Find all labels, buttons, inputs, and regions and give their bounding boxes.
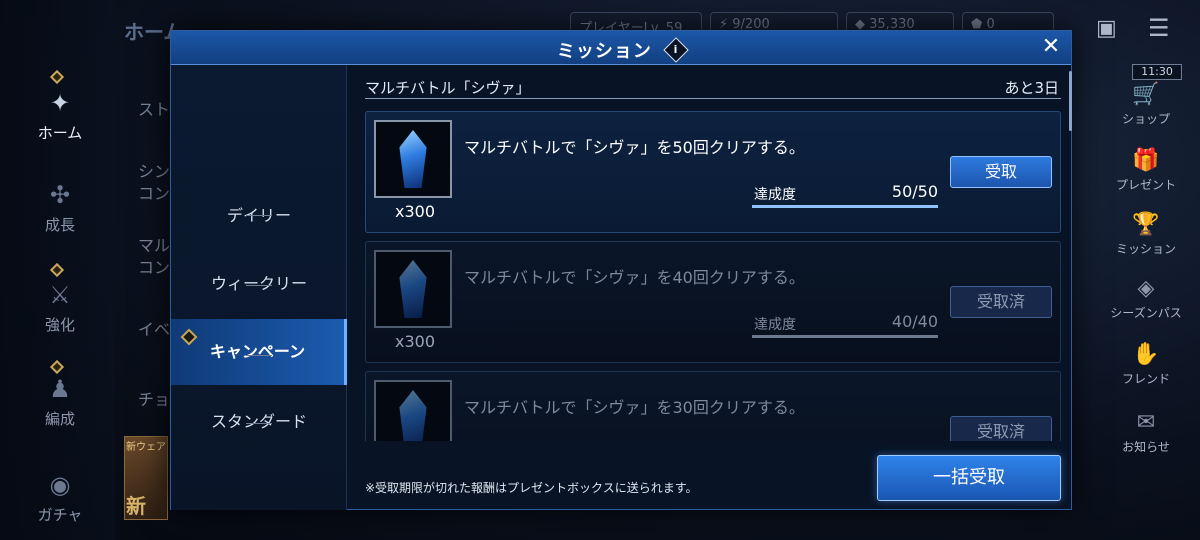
section-title: マルチバトル「シヴァ」 xyxy=(365,79,531,97)
mission-card: x300 マルチバトルで「シヴァ」を40回クリアする。 達成度 40/40 受取… xyxy=(365,241,1061,363)
nav-growth[interactable]: ✣ 成長 xyxy=(20,180,100,235)
tab-standard[interactable]: スタンダード xyxy=(171,389,347,455)
gift-icon: 🎁 xyxy=(1132,148,1160,173)
reward-item-frame[interactable] xyxy=(374,380,452,441)
bg-menu-text: マル xyxy=(138,236,171,255)
dialog-title: ミッション i xyxy=(171,37,1071,63)
mission-card: マルチバトルで「シヴァ」を30回クリアする。 受取済 xyxy=(365,371,1061,441)
bg-menu-text: コン xyxy=(138,184,171,203)
nav-gacha-label: ガチャ xyxy=(37,506,83,524)
cart-icon: 🛒 xyxy=(1132,82,1160,107)
clock: 11:30 xyxy=(1132,64,1182,80)
mission-tabs: デイリー ウィークリー キャンペーン スタンダード xyxy=(171,65,347,510)
nav-enhance-label: 強化 xyxy=(44,316,75,334)
claimed-button[interactable]: 受取済 xyxy=(950,286,1052,318)
friend-label: フレンド xyxy=(1121,372,1170,386)
progress-label: 達成度 xyxy=(754,317,796,333)
nav-home-label: ホーム xyxy=(37,124,83,142)
info-icon[interactable]: i xyxy=(663,37,689,63)
crystal-icon xyxy=(399,260,427,318)
news-button[interactable]: ✉ お知らせ xyxy=(1098,410,1194,455)
crystal-icon xyxy=(399,130,427,188)
bg-menu-text: シン xyxy=(138,162,171,181)
news-label: お知らせ xyxy=(1122,440,1170,454)
progress-bar-fill xyxy=(752,205,938,208)
trophy-icon: 🏆 xyxy=(1132,212,1160,237)
nav-home[interactable]: ✦ ホーム xyxy=(20,88,100,143)
reward-item-frame[interactable] xyxy=(374,120,452,198)
progress-value: 40/40 xyxy=(891,312,938,331)
progress-bar xyxy=(752,205,938,208)
shop-button[interactable]: 🛒 ショップ xyxy=(1098,82,1194,127)
party-icon: ♟ xyxy=(49,375,71,403)
progress-bar xyxy=(752,335,938,338)
bg-menu-text: イベ xyxy=(138,320,171,339)
reward-quantity: x300 xyxy=(394,202,435,221)
tab-divider xyxy=(246,355,272,356)
dialog-header: ミッション i ✕ xyxy=(171,31,1071,65)
scrollbar[interactable] xyxy=(1069,71,1072,131)
bg-menu-text: コン xyxy=(138,258,171,277)
briefcase-icon[interactable]: ▣ xyxy=(1096,16,1117,41)
footer-note: ※受取期限が切れた報酬はプレゼントボックスに送られます。 xyxy=(365,481,698,495)
bg-menu-text: チョ xyxy=(138,390,171,409)
tab-campaign[interactable]: キャンペーン xyxy=(171,319,347,385)
time-remaining: あと3日 xyxy=(1004,79,1059,97)
enhance-icon: ⚔ xyxy=(49,281,71,309)
compass-icon: ◈ xyxy=(1137,276,1155,301)
season-pass-label: シーズンパス xyxy=(1110,306,1182,320)
reward-item-frame[interactable] xyxy=(374,250,452,328)
bg-menu-text: スト xyxy=(138,100,171,119)
reward-quantity: x300 xyxy=(394,332,435,351)
menu-icon[interactable]: ☰ xyxy=(1148,14,1170,42)
mission-description: マルチバトルで「シヴァ」を30回クリアする。 xyxy=(464,398,805,417)
dialog-title-text: ミッション xyxy=(556,41,652,62)
mission-label: ミッション xyxy=(1115,242,1176,256)
mission-description: マルチバトルで「シヴァ」を50回クリアする。 xyxy=(464,138,805,157)
mission-button[interactable]: 🏆 ミッション xyxy=(1098,212,1194,257)
close-icon[interactable]: ✕ xyxy=(1039,35,1063,59)
banner-tag: 新ウェア xyxy=(126,442,166,453)
tab-divider xyxy=(246,423,272,424)
tab-divider xyxy=(246,285,272,286)
banner-title: 新 xyxy=(126,494,146,518)
claim-button[interactable]: 受取 xyxy=(950,156,1052,188)
mission-list[interactable]: マルチバトル「シヴァ」 あと3日 x300 マルチバトルで「シヴァ」を50回クリ… xyxy=(365,71,1065,441)
nav-enhance[interactable]: ⚔ 強化 xyxy=(20,280,100,335)
info-glyph: i xyxy=(673,43,679,56)
section-header: マルチバトル「シヴァ」 あと3日 xyxy=(365,73,1061,99)
claimed-button[interactable]: 受取済 xyxy=(950,416,1052,441)
tab-divider xyxy=(246,215,272,216)
present-label: プレゼント xyxy=(1115,178,1176,192)
crystal-icon xyxy=(399,390,427,441)
gacha-icon: ◉ xyxy=(49,471,71,499)
progress-label: 達成度 xyxy=(754,187,796,203)
friend-button[interactable]: ✋ フレンド xyxy=(1098,342,1194,387)
progress-bar-fill xyxy=(752,335,938,338)
claim-all-button[interactable]: 一括受取 xyxy=(877,455,1061,501)
home-icon: ✦ xyxy=(49,89,71,117)
mission-description: マルチバトルで「シヴァ」を40回クリアする。 xyxy=(464,268,805,287)
tab-weekly[interactable]: ウィークリー xyxy=(171,251,347,317)
nav-party[interactable]: ♟ 編成 xyxy=(20,374,100,429)
nav-growth-label: 成長 xyxy=(44,216,75,234)
progress-value: 50/50 xyxy=(891,182,938,201)
nav-party-label: 編成 xyxy=(44,410,75,428)
mail-icon: ✉ xyxy=(1136,410,1156,435)
season-pass-button[interactable]: ◈ シーズンパス xyxy=(1098,276,1194,321)
growth-icon: ✣ xyxy=(49,181,71,209)
shop-label: ショップ xyxy=(1121,112,1170,126)
mission-card: x300 マルチバトルで「シヴァ」を50回クリアする。 達成度 50/50 受取 xyxy=(365,111,1061,233)
present-button[interactable]: 🎁 プレゼント xyxy=(1098,148,1194,193)
mission-dialog: ミッション i ✕ デイリー ウィークリー キャンペーン スタンダード マルチバ… xyxy=(170,30,1072,510)
tab-daily[interactable]: デイリー xyxy=(171,183,347,249)
nav-gacha[interactable]: ◉ ガチャ xyxy=(20,470,100,525)
handshake-icon: ✋ xyxy=(1132,342,1160,367)
